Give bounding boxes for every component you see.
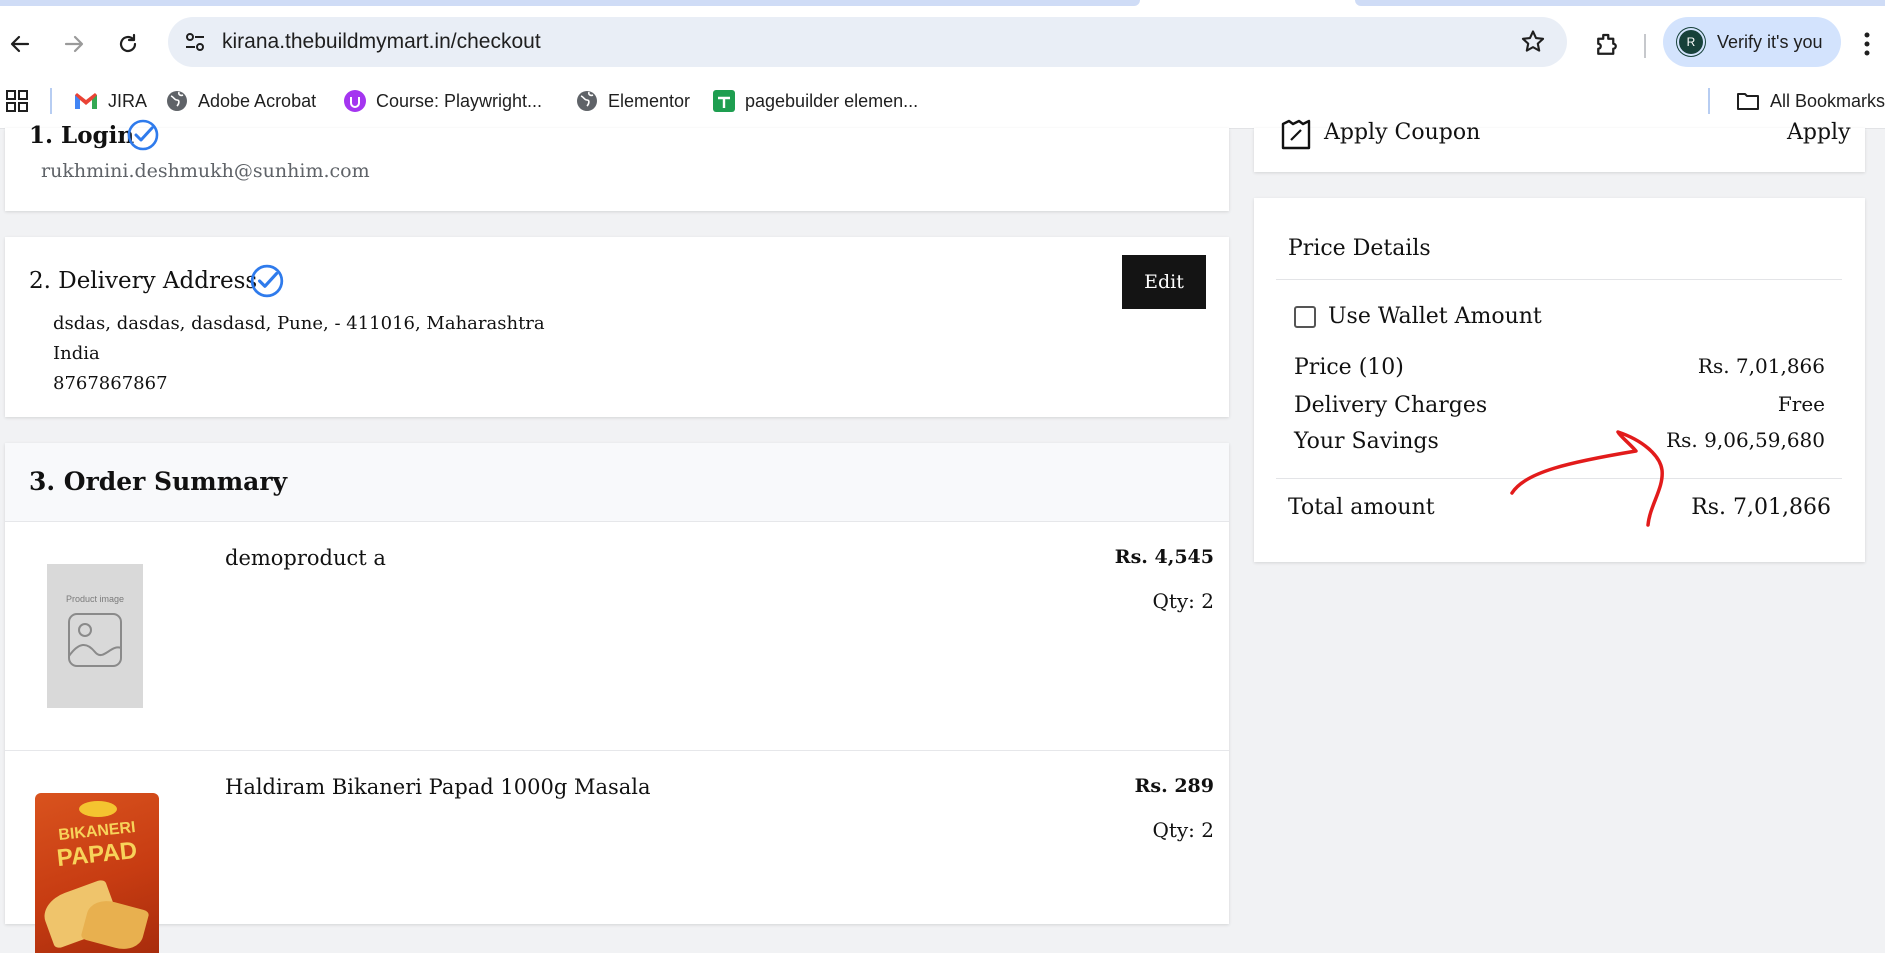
login-email: rukhmini.deshmukh@sunhim.com <box>41 160 370 182</box>
extensions-puzzle-icon[interactable] <box>1592 30 1622 60</box>
url-text[interactable]: kirana.thebuildmymart.in/checkout <box>222 30 541 54</box>
haldiram-logo <box>79 801 117 817</box>
check-circle-icon <box>250 264 284 298</box>
bookmark-elementor[interactable]: Elementor <box>576 88 690 114</box>
check-circle-icon <box>127 119 159 151</box>
total-amount-label: Total amount <box>1288 495 1435 520</box>
globe-icon <box>167 91 187 111</box>
wallet-label: Use Wallet Amount <box>1328 304 1542 329</box>
price-details-section: Price Details Use Wallet Amount Price (1… <box>1254 198 1865 562</box>
product-price: Rs. 289 <box>1134 775 1214 797</box>
bookmark-pagebuilder[interactable]: pagebuilder elemen... <box>713 88 918 114</box>
tab-strip <box>0 0 1885 8</box>
browser-tab-inactive[interactable] <box>0 0 1140 6</box>
product-name[interactable]: demoproduct a <box>225 546 386 570</box>
apply-coupon-button[interactable]: Apply <box>1787 120 1851 145</box>
edit-address-button[interactable]: Edit <box>1122 255 1206 309</box>
folder-icon <box>1737 93 1759 110</box>
product-qty: Qty: 2 <box>1152 818 1214 842</box>
price-details-title: Price Details <box>1288 236 1431 261</box>
delivery-address-title: 2. Delivery Address <box>29 268 258 294</box>
globe-icon <box>577 91 597 111</box>
bookmark-adobe-acrobat[interactable]: Adobe Acrobat <box>166 88 316 114</box>
use-wallet-checkbox[interactable]: Use Wallet Amount <box>1294 304 1542 329</box>
divider <box>1276 279 1842 280</box>
forward-button[interactable] <box>60 30 88 58</box>
bookmark-separator <box>1708 88 1710 114</box>
coupon-ticket-icon <box>1281 119 1311 150</box>
apply-coupon-label[interactable]: Apply Coupon <box>1324 120 1480 145</box>
bookmark-jira[interactable]: JIRA <box>74 88 147 114</box>
apps-grid-icon <box>6 90 28 112</box>
bookmark-label: Elementor <box>608 90 691 111</box>
apps-button[interactable] <box>6 88 28 114</box>
reload-icon <box>119 33 137 53</box>
product-qty: Qty: 2 <box>1152 589 1214 613</box>
bookmark-label: pagebuilder elemen... <box>745 90 919 111</box>
bookmark-separator <box>50 88 52 114</box>
divider <box>1276 478 1842 479</box>
address-country: India <box>53 343 100 364</box>
address-line: dsdas, dasdas, dasdasd, Pune, - 411016, … <box>53 313 545 334</box>
back-button[interactable] <box>6 30 34 58</box>
delivery-charges-value: Free <box>1777 392 1825 416</box>
site-settings-icon[interactable] <box>182 29 208 55</box>
bookmark-label: Adobe Acrobat <box>198 90 317 111</box>
menu-kebab-icon[interactable] <box>1862 30 1872 58</box>
order-summary-section: 3. Order Summary Product image demoprodu… <box>5 443 1229 953</box>
product-image: BIKANERI PAPAD <box>35 793 159 953</box>
address-bar[interactable]: kirana.thebuildmymart.in/checkout <box>168 17 1567 67</box>
checkbox-box[interactable] <box>1294 305 1316 328</box>
product-image-text: Product image <box>65 594 125 604</box>
delivery-charges-label: Delivery Charges <box>1294 393 1488 418</box>
bookmark-label: JIRA <box>108 90 148 111</box>
profile-button[interactable]: R Verify it's you <box>1663 17 1841 67</box>
avatar: R <box>1679 30 1703 54</box>
price-label: Price (10) <box>1294 355 1404 380</box>
browser-tab-inactive-right[interactable] <box>1355 0 1885 6</box>
bookmark-course-playwright[interactable]: Course: Playwright... <box>344 88 542 114</box>
list-item: BIKANERI PAPAD Haldiram Bikaneri Papad 1… <box>5 750 1229 953</box>
order-summary-title: 3. Order Summary <box>29 467 288 496</box>
gmail-icon <box>75 93 97 109</box>
delivery-address-section: 2. Delivery Address Edit dsdas, dasdas, … <box>5 237 1229 417</box>
bookmark-star-icon[interactable] <box>1519 28 1547 56</box>
toolbar-separator <box>1644 34 1646 58</box>
order-summary-header: 3. Order Summary <box>5 443 1229 522</box>
address-phone: 8767867867 <box>53 373 168 394</box>
all-bookmarks-label: All Bookmarks <box>1770 90 1885 111</box>
product-name[interactable]: Haldiram Bikaneri Papad 1000g Masala <box>225 775 651 799</box>
product-price: Rs. 4,545 <box>1114 546 1214 568</box>
arrow-right-icon <box>64 35 84 53</box>
total-amount-value: Rs. 7,01,866 <box>1691 495 1831 520</box>
bookmarks-bar: JIRA Adobe Acrobat Course: Playwright...… <box>0 76 1885 129</box>
udemy-icon <box>344 90 366 112</box>
list-item: Product image demoproduct a Rs. 4,545 Qt… <box>5 521 1229 751</box>
savings-value: Rs. 9,06,59,680 <box>1666 428 1825 452</box>
arrow-left-icon <box>10 35 30 53</box>
product-image-placeholder: Product image <box>47 564 143 708</box>
profile-label: Verify it's you <box>1717 32 1823 52</box>
all-bookmarks-button[interactable]: All Bookmarks <box>1736 88 1885 114</box>
google-sheets-icon <box>713 90 735 112</box>
login-title: 1. Login <box>29 122 135 149</box>
price-value: Rs. 7,01,866 <box>1697 354 1825 378</box>
savings-label: Your Savings <box>1294 429 1439 454</box>
image-icon <box>68 613 122 667</box>
bookmark-label: Course: Playwright... <box>376 90 543 111</box>
reload-button[interactable] <box>114 30 142 58</box>
browser-toolbar: kirana.thebuildmymart.in/checkout R Veri… <box>0 8 1885 76</box>
